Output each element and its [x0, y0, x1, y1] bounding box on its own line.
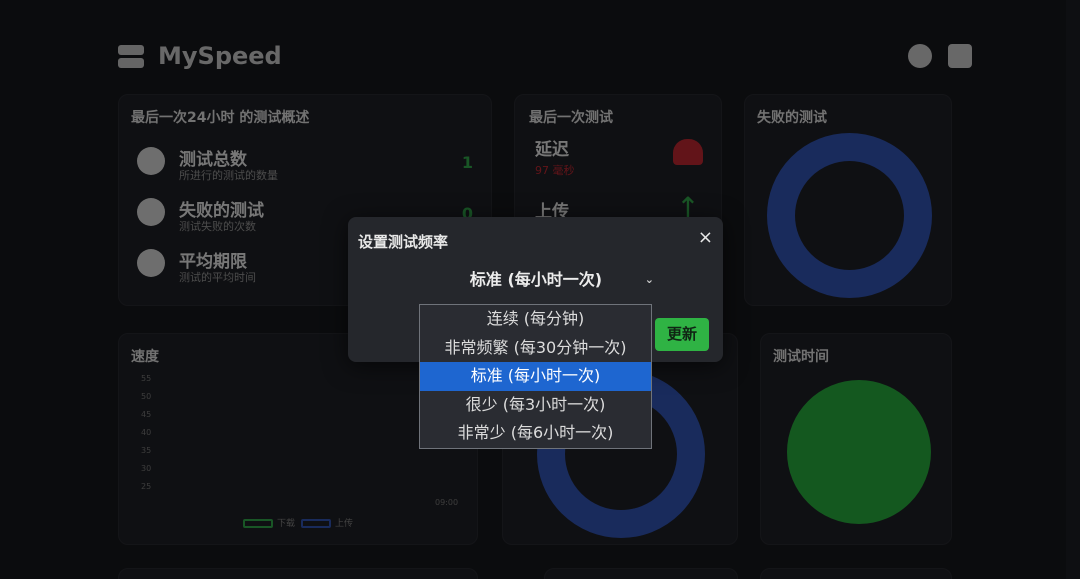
dialog-title: 设置测试频率: [358, 233, 449, 251]
update-button[interactable]: 更新: [655, 318, 709, 351]
select-value: 标准 (每小时一次): [469, 270, 603, 289]
option-very-frequent[interactable]: 非常频繁 (每30分钟一次): [420, 334, 651, 363]
option-standard[interactable]: 标准 (每小时一次): [420, 362, 651, 391]
chevron-down-icon: ⌄: [644, 273, 654, 286]
option-continuous[interactable]: 连续 (每分钟): [420, 305, 651, 334]
frequency-select[interactable]: 标准 (每小时一次) ⌄: [420, 265, 654, 295]
option-very-rare[interactable]: 非常少 (每6小时一次): [420, 419, 651, 448]
frequency-options: 连续 (每分钟) 非常频繁 (每30分钟一次) 标准 (每小时一次) 很少 (每…: [419, 304, 652, 449]
close-icon[interactable]: ×: [698, 227, 713, 248]
option-rare[interactable]: 很少 (每3小时一次): [420, 391, 651, 420]
